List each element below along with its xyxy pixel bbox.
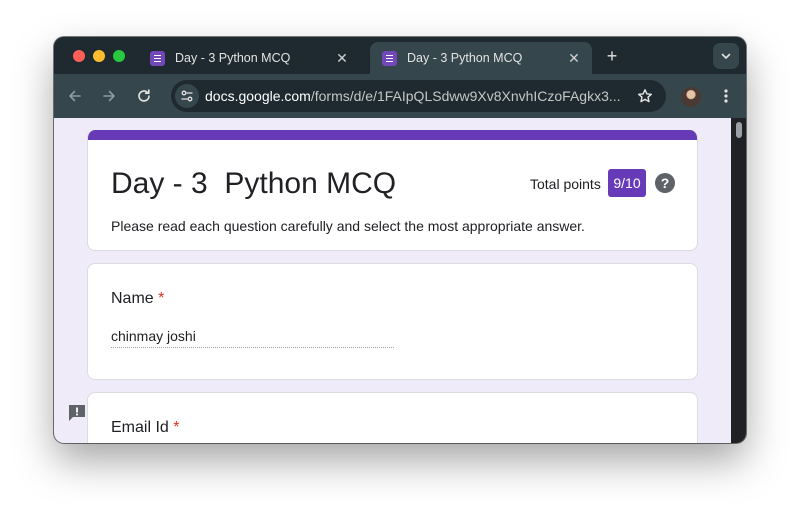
back-button[interactable]: [63, 84, 87, 108]
new-tab-icon[interactable]: +: [602, 46, 622, 66]
score-badge: 9/10: [608, 169, 646, 197]
form-title: Day - 3 Python MCQ: [111, 167, 397, 200]
tab-close-icon[interactable]: ✕: [566, 50, 582, 67]
reload-button[interactable]: [132, 84, 156, 108]
scrollbar[interactable]: [731, 118, 746, 443]
arrow-left-icon: [69, 90, 81, 102]
browser-menu-button[interactable]: [717, 86, 735, 106]
question-card-email: Email Id *: [87, 392, 698, 443]
question-label-text: Name: [111, 290, 154, 307]
form-header-card: Day - 3 Python MCQ Total points 9/10 ? P…: [87, 130, 698, 251]
more-vertical-icon: [724, 89, 728, 103]
total-points-label: Total points: [530, 176, 601, 192]
forward-button[interactable]: [97, 84, 121, 108]
close-window-button[interactable]: [73, 50, 85, 62]
tab-strip: Day - 3 Python MCQ ✕ Day - 3 Python MCQ …: [54, 37, 746, 74]
form-accent-bar: [88, 130, 697, 140]
url-host: docs.google.com: [205, 88, 311, 104]
page-content: Day - 3 Python MCQ Total points 9/10 ? P…: [54, 118, 746, 443]
tune-icon: [181, 90, 193, 102]
question-label: Email Id *: [111, 419, 179, 437]
star-icon: [638, 89, 652, 103]
chevron-down-icon: [721, 53, 731, 59]
scrollbar-thumb[interactable]: [736, 122, 742, 138]
google-forms-icon: [150, 50, 165, 66]
tab-search-button[interactable]: [713, 43, 739, 69]
feedback-icon[interactable]: [67, 403, 87, 423]
arrow-right-icon: [103, 90, 115, 102]
question-label: Name *: [111, 290, 164, 308]
tab-title: Day - 3 Python MCQ: [407, 51, 523, 65]
form-description: Please read each question carefully and …: [111, 218, 585, 234]
url-path: /forms/d/e/1FAIpQLSdww9Xv8XnvhICzoFAgkx3…: [310, 88, 621, 104]
tab-title: Day - 3 Python MCQ: [175, 51, 291, 65]
browser-window: Day - 3 Python MCQ ✕ Day - 3 Python MCQ …: [54, 37, 746, 443]
url-text: docs.google.com/forms/d/e/1FAIpQLSdww9Xv…: [205, 88, 621, 104]
question-card-name: Name * chinmay joshi: [87, 263, 698, 380]
tab-inactive[interactable]: Day - 3 Python MCQ ✕: [138, 42, 360, 74]
google-forms-icon: [382, 50, 397, 66]
reload-icon: [138, 89, 150, 102]
maximize-window-button[interactable]: [113, 50, 125, 62]
site-info-button[interactable]: [175, 84, 199, 108]
tab-active[interactable]: Day - 3 Python MCQ ✕: [370, 42, 592, 74]
answer-text: chinmay joshi: [111, 328, 394, 348]
minimize-window-button[interactable]: [93, 50, 105, 62]
required-mark: *: [173, 419, 180, 436]
bookmark-star-icon[interactable]: [635, 86, 655, 106]
toolbar: docs.google.com/forms/d/e/1FAIpQLSdww9Xv…: [54, 74, 746, 118]
tab-close-icon[interactable]: ✕: [334, 50, 350, 67]
address-bar[interactable]: docs.google.com/forms/d/e/1FAIpQLSdww9Xv…: [171, 80, 666, 112]
required-mark: *: [158, 290, 165, 307]
profile-avatar[interactable]: [681, 87, 701, 107]
question-label-text: Email Id: [111, 419, 169, 436]
help-icon[interactable]: ?: [655, 173, 675, 193]
